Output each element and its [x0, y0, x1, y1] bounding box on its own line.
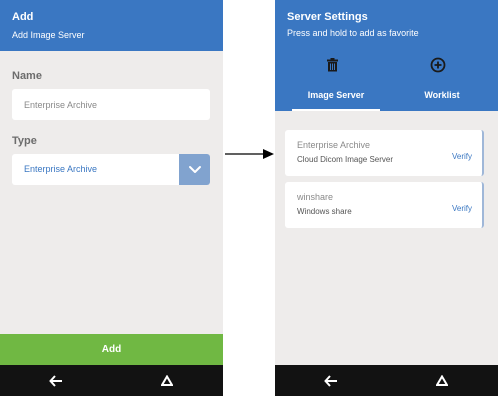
add-server-button[interactable] — [430, 57, 446, 73]
delete-button[interactable] — [324, 57, 340, 73]
type-dropdown-button[interactable] — [179, 154, 210, 185]
back-arrow-icon — [49, 374, 62, 387]
add-server-screen: Add Add Image Server Name Type Enterpris… — [0, 0, 223, 396]
settings-app-bar: Server Settings Press and hold to add as… — [275, 0, 498, 111]
server-name: winshare — [297, 192, 334, 202]
trash-icon — [326, 58, 338, 72]
server-type: Cloud Dicom Image Server — [297, 155, 394, 164]
server-settings-screen: Server Settings Press and hold to add as… — [275, 0, 498, 396]
server-card[interactable]: Enterprise Archive Cloud Dicom Image Ser… — [285, 130, 484, 176]
verify-button[interactable]: Verify — [452, 152, 472, 161]
settings-title: Server Settings — [287, 11, 368, 23]
tab-worklist[interactable]: Worklist — [397, 90, 487, 111]
chevron-down-icon — [188, 165, 201, 173]
right-nav-bar — [275, 365, 498, 396]
settings-subtitle: Press and hold to add as favorite — [287, 28, 419, 38]
type-select[interactable]: Enterprise Archive — [12, 154, 210, 185]
transition-arrow-icon — [225, 149, 274, 159]
name-label: Name — [12, 70, 42, 82]
add-circle-icon — [430, 57, 446, 73]
server-card[interactable]: winshare Windows share Verify — [285, 182, 484, 228]
tab-image-server[interactable]: Image Server — [292, 90, 380, 111]
add-app-bar: Add Add Image Server — [0, 0, 223, 51]
type-label: Type — [12, 135, 37, 147]
stage: Add Add Image Server Name Type Enterpris… — [0, 0, 498, 396]
add-title: Add — [12, 11, 34, 23]
server-name: Enterprise Archive — [297, 140, 371, 150]
back-arrow-icon — [324, 374, 337, 387]
type-selected-value: Enterprise Archive — [24, 164, 98, 174]
add-subtitle: Add Image Server — [12, 30, 85, 40]
verify-button[interactable]: Verify — [452, 204, 472, 213]
add-button[interactable]: Add — [0, 334, 223, 365]
back-button[interactable] — [49, 374, 63, 387]
left-nav-bar — [0, 365, 223, 396]
home-triangle-icon — [161, 375, 173, 386]
home-button[interactable] — [160, 374, 174, 387]
server-type: Windows share — [297, 207, 352, 216]
back-button[interactable] — [324, 374, 338, 387]
home-button[interactable] — [435, 374, 449, 387]
home-triangle-icon — [436, 375, 448, 386]
name-input[interactable] — [12, 89, 210, 120]
